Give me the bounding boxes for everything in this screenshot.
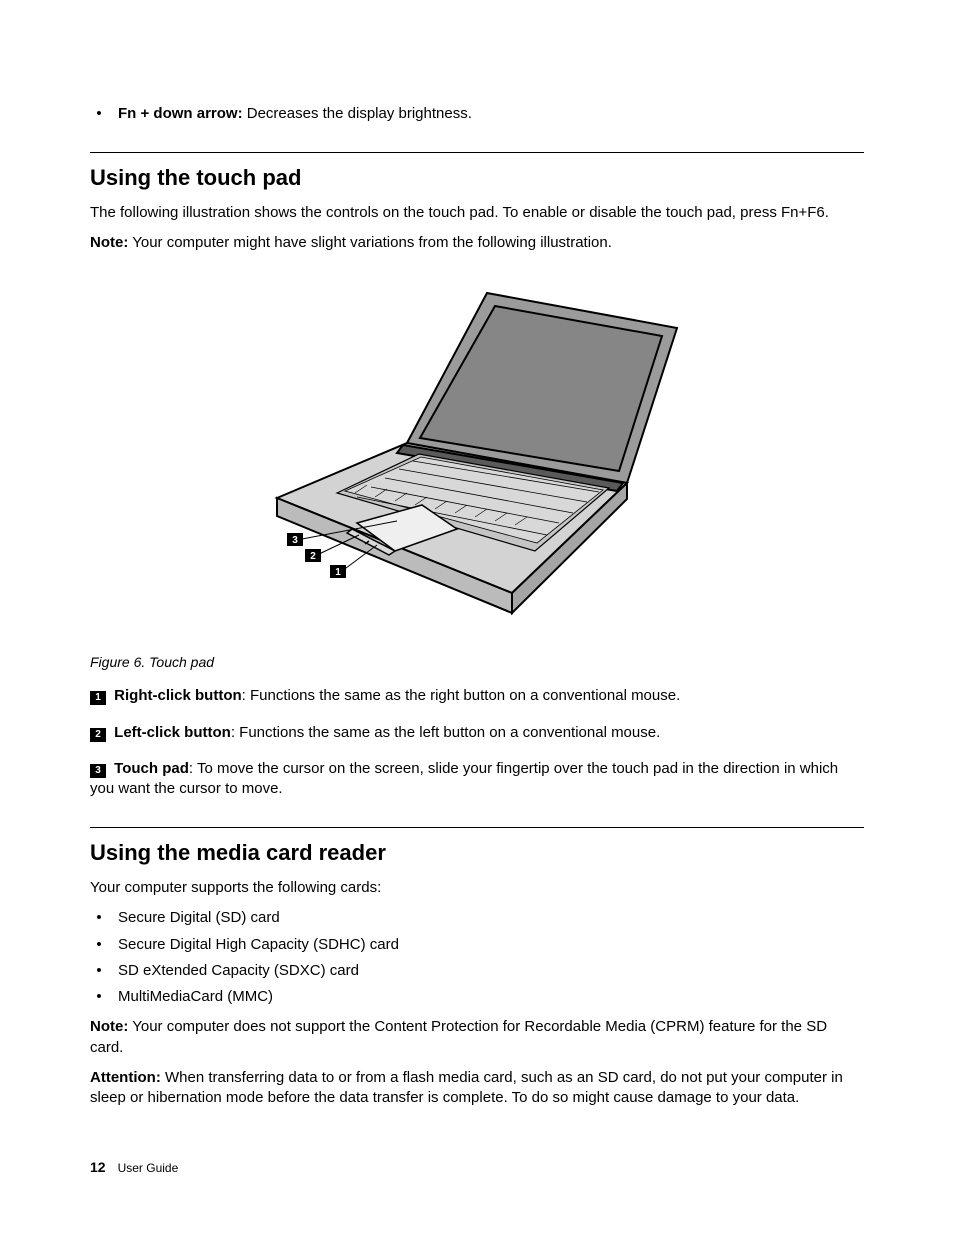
bullet-icon: • — [90, 961, 108, 981]
page-footer: 12 User Guide — [90, 1158, 178, 1177]
list-item: • Secure Digital (SD) card — [90, 908, 864, 928]
attention-body: When transferring data to or from a flas… — [90, 1069, 843, 1106]
list-item: • Secure Digital High Capacity (SDHC) ca… — [90, 935, 864, 955]
list-item: • MultiMediaCard (MMC) — [90, 987, 864, 1007]
media-card-intro: Your computer supports the following car… — [90, 878, 864, 898]
card-type-2: Secure Digital High Capacity (SDHC) card — [118, 935, 399, 955]
touch-pad-intro: The following illustration shows the con… — [90, 203, 864, 223]
legend-2-label: Left-click button — [110, 724, 231, 741]
media-card-note: Note: Your computer does not support the… — [90, 1017, 864, 1058]
bullet-icon: • — [90, 908, 108, 928]
section-title-touch-pad: Using the touch pad — [90, 163, 864, 193]
callout-2-num: 2 — [310, 551, 316, 562]
callout-1-num: 1 — [335, 567, 341, 578]
legend-item-1: 1 Right-click button: Functions the same… — [90, 686, 864, 706]
note-label: Note: — [90, 1018, 128, 1035]
page-number: 12 — [90, 1159, 106, 1175]
legend-3-label: Touch pad — [110, 760, 189, 777]
legend-item-3: 3 Touch pad: To move the cursor on the s… — [90, 759, 864, 800]
attention-label: Attention: — [90, 1069, 161, 1086]
callout-3-num: 3 — [292, 535, 298, 546]
laptop-illustration: 1 2 3 — [247, 273, 707, 633]
bullet-icon: • — [90, 987, 108, 1007]
section-title-media-card: Using the media card reader — [90, 838, 864, 868]
note-label: Note: — [90, 234, 128, 251]
page: • Fn + down arrow: Decreases the display… — [0, 0, 954, 1235]
fn-down-arrow-desc: Decreases the display brightness. — [243, 105, 472, 122]
list-item: • SD eXtended Capacity (SDXC) card — [90, 961, 864, 981]
figure-caption: Figure 6. Touch pad — [90, 653, 864, 672]
legend-1-label: Right-click button — [110, 687, 242, 704]
bullet-icon: • — [90, 935, 108, 955]
card-type-1: Secure Digital (SD) card — [118, 908, 280, 928]
legend-3-num: 3 — [90, 764, 106, 778]
legend-item-2: 2 Left-click button: Functions the same … — [90, 723, 864, 743]
legend-2-num: 2 — [90, 728, 106, 742]
card-type-3: SD eXtended Capacity (SDXC) card — [118, 961, 359, 981]
legend-1-desc: : Functions the same as the right button… — [242, 687, 681, 704]
fn-down-arrow-label: Fn + down arrow: — [118, 105, 243, 122]
bullet-icon: • — [90, 104, 108, 124]
fn-down-arrow-item: • Fn + down arrow: Decreases the display… — [90, 104, 864, 124]
legend-2-desc: : Functions the same as the left button … — [231, 724, 660, 741]
note-body: Your computer might have slight variatio… — [128, 234, 612, 251]
section-divider — [90, 827, 864, 828]
media-card-attention: Attention: When transferring data to or … — [90, 1068, 864, 1109]
book-title: User Guide — [118, 1161, 179, 1175]
note-body: Your computer does not support the Conte… — [90, 1018, 827, 1055]
legend-1-num: 1 — [90, 691, 106, 705]
figure-touch-pad: 1 2 3 — [90, 273, 864, 633]
legend-3-desc: : To move the cursor on the screen, slid… — [90, 760, 838, 797]
card-type-4: MultiMediaCard (MMC) — [118, 987, 273, 1007]
fn-down-arrow-text: Fn + down arrow: Decreases the display b… — [118, 104, 472, 124]
touch-pad-note: Note: Your computer might have slight va… — [90, 233, 864, 253]
section-divider — [90, 152, 864, 153]
